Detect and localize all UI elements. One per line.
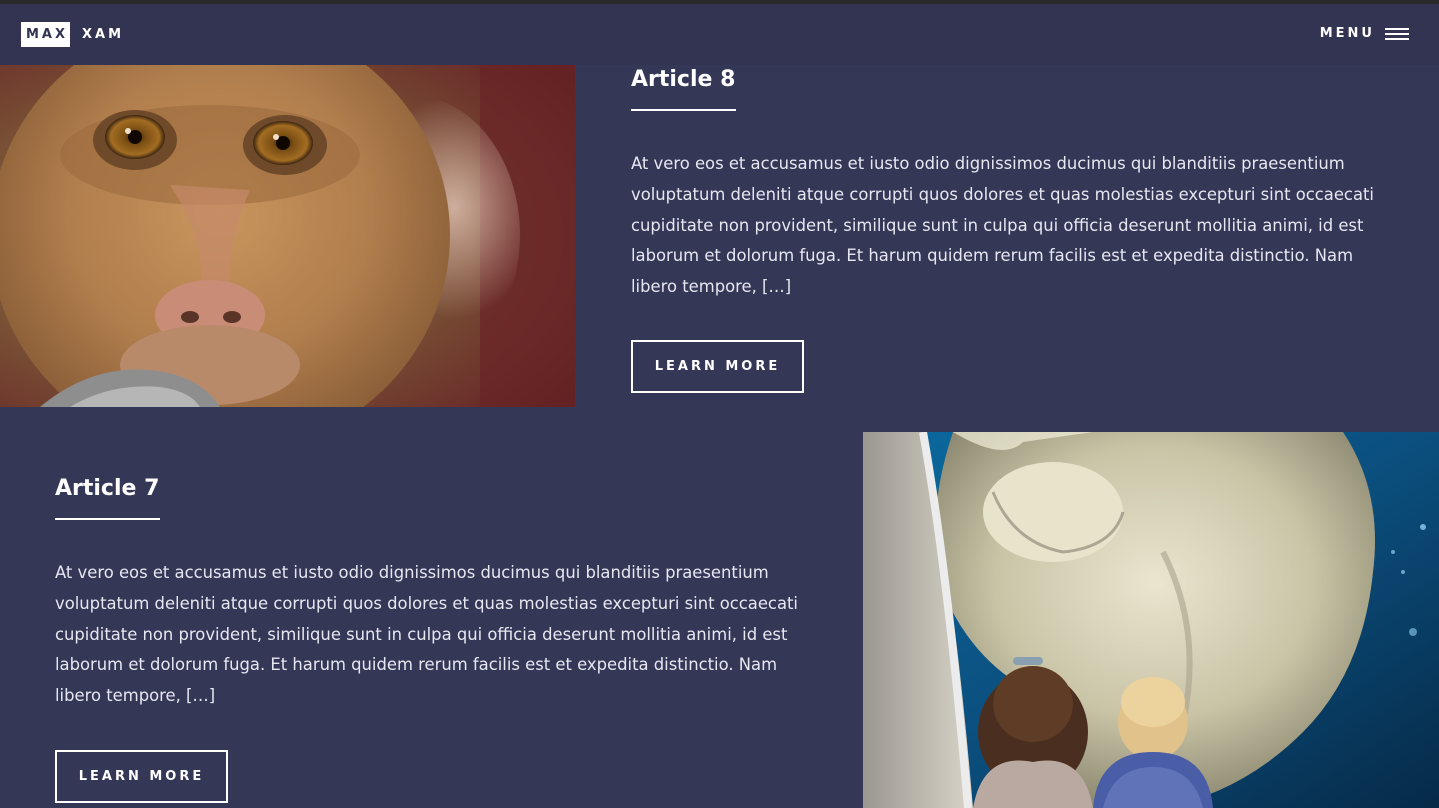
menu-label: MENU [1319,26,1375,41]
article-8-image[interactable] [0,65,575,407]
hamburger-icon [1385,27,1409,40]
polar-bear-photo [863,432,1439,808]
article-7-title[interactable]: Article 7 [55,476,159,501]
article-7-title-underline [55,518,160,520]
site-logo[interactable]: MAX XAM [21,22,124,47]
monkey-photo [0,65,575,407]
logo-box: MAX [21,22,70,47]
article-8-excerpt: At vero eos et accusamus et iusto odio d… [631,154,1374,297]
article-8-title-underline [631,109,736,111]
article-7-excerpt: At vero eos et accusamus et iusto odio d… [55,563,798,706]
site-header: MAX XAM MENU [0,4,1439,65]
article-8-learn-more-button[interactable]: LEARN MORE [631,340,804,393]
menu-button[interactable]: MENU [1320,26,1409,41]
article-7-learn-more-button[interactable]: LEARN MORE [55,750,228,803]
article-8-title[interactable]: Article 8 [631,67,735,92]
logo-text: XAM [82,27,125,42]
article-7-image[interactable] [863,432,1439,808]
